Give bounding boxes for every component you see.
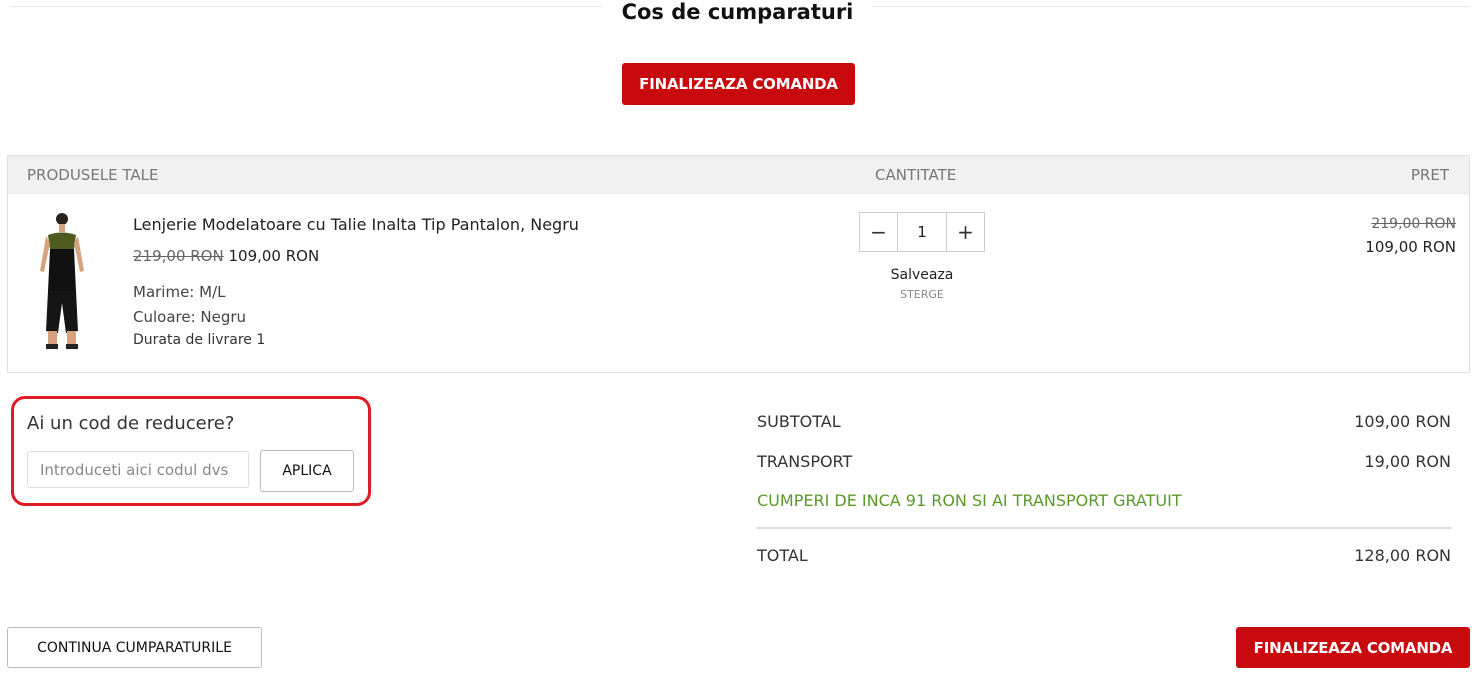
product-new-price: 109,00 RON [228,247,320,265]
subtotal-value: 109,00 RON [1354,412,1451,431]
total-label: TOTAL [757,546,808,565]
product-old-price: 219,00 RON [133,247,224,265]
quantity-stepper: − 1 + [859,212,985,252]
product-image[interactable] [26,211,98,353]
cart-table: PRODUSELE TALE CANTITATE PRET Lenjerie M… [7,155,1470,373]
continue-shopping-button[interactable]: CONTINUA CUMPARATURILE [7,627,262,668]
cart-table-header: PRODUSELE TALE CANTITATE PRET [8,156,1469,194]
header-quantity: CANTITATE [875,166,957,184]
total-value: 128,00 RON [1354,546,1451,565]
plus-icon[interactable]: + [947,213,984,251]
apply-button[interactable]: APLICA [260,450,354,492]
transport-value: 19,00 RON [1364,452,1451,471]
divider [10,6,602,7]
checkout-button-bottom[interactable]: FINALIZEAZA COMANDA [1236,627,1470,668]
discount-code-input[interactable] [27,451,249,488]
minus-icon[interactable]: − [860,213,897,251]
save-link[interactable]: Salveaza [859,267,985,283]
quantity-input[interactable]: 1 [897,213,947,251]
header-products: PRODUSELE TALE [27,166,159,184]
divider [757,527,1451,529]
header-price: PRET [1410,166,1449,184]
product-color: Culoare: Negru [133,308,247,326]
subtotal-label: SUBTOTAL [757,412,841,431]
transport-label: TRANSPORT [757,452,853,471]
divider [873,6,1470,7]
free-shipping-note: CUMPERI DE INCA 91 RON SI AI TRANSPORT G… [757,491,1182,510]
product-prices: 219,00 RON 109,00 RON [133,247,319,265]
product-size: Marime: M/L [133,283,226,301]
page-title: Cos de cumparaturi [621,0,854,24]
page-header: Cos de cumparaturi [0,0,1478,30]
discount-section: Ai un cod de reducere? APLICA [11,396,371,506]
delete-link[interactable]: STERGE [859,288,985,301]
line-new-price: 109,00 RON [1365,238,1456,256]
discount-label: Ai un cod de reducere? [27,413,235,434]
line-old-price: 219,00 RON [1371,216,1456,232]
checkout-button-top[interactable]: FINALIZEAZA COMANDA [622,63,855,105]
product-delivery: Durata de livrare 1 [133,332,266,348]
product-name[interactable]: Lenjerie Modelatoare cu Talie Inalta Tip… [133,215,579,234]
